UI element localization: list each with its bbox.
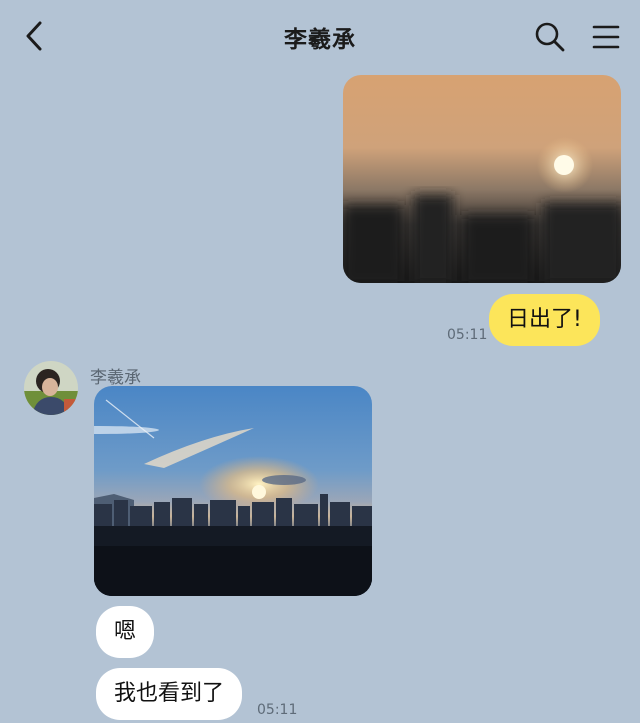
- search-button[interactable]: [533, 20, 567, 54]
- search-icon: [535, 22, 565, 52]
- incoming-message-bubble[interactable]: 我也看到了: [96, 668, 243, 720]
- sender-avatar[interactable]: [24, 361, 78, 415]
- avatar-image: [24, 361, 78, 415]
- sunrise-city-photo: [94, 386, 372, 596]
- hamburger-menu-icon: [592, 25, 620, 49]
- sunrise-photo-hazy: [343, 75, 621, 283]
- outgoing-photo-message[interactable]: [343, 75, 621, 283]
- outgoing-message-bubble[interactable]: 日出了!: [489, 294, 600, 346]
- sender-name: 李羲承: [90, 368, 141, 388]
- incoming-message-time: 05:11: [257, 702, 298, 718]
- incoming-photo-message[interactable]: [94, 386, 372, 596]
- incoming-message-bubble[interactable]: 嗯: [96, 606, 155, 658]
- chat-header: 李羲承: [0, 0, 640, 72]
- menu-button[interactable]: [590, 22, 622, 52]
- outgoing-message-time: 05:11: [447, 327, 488, 343]
